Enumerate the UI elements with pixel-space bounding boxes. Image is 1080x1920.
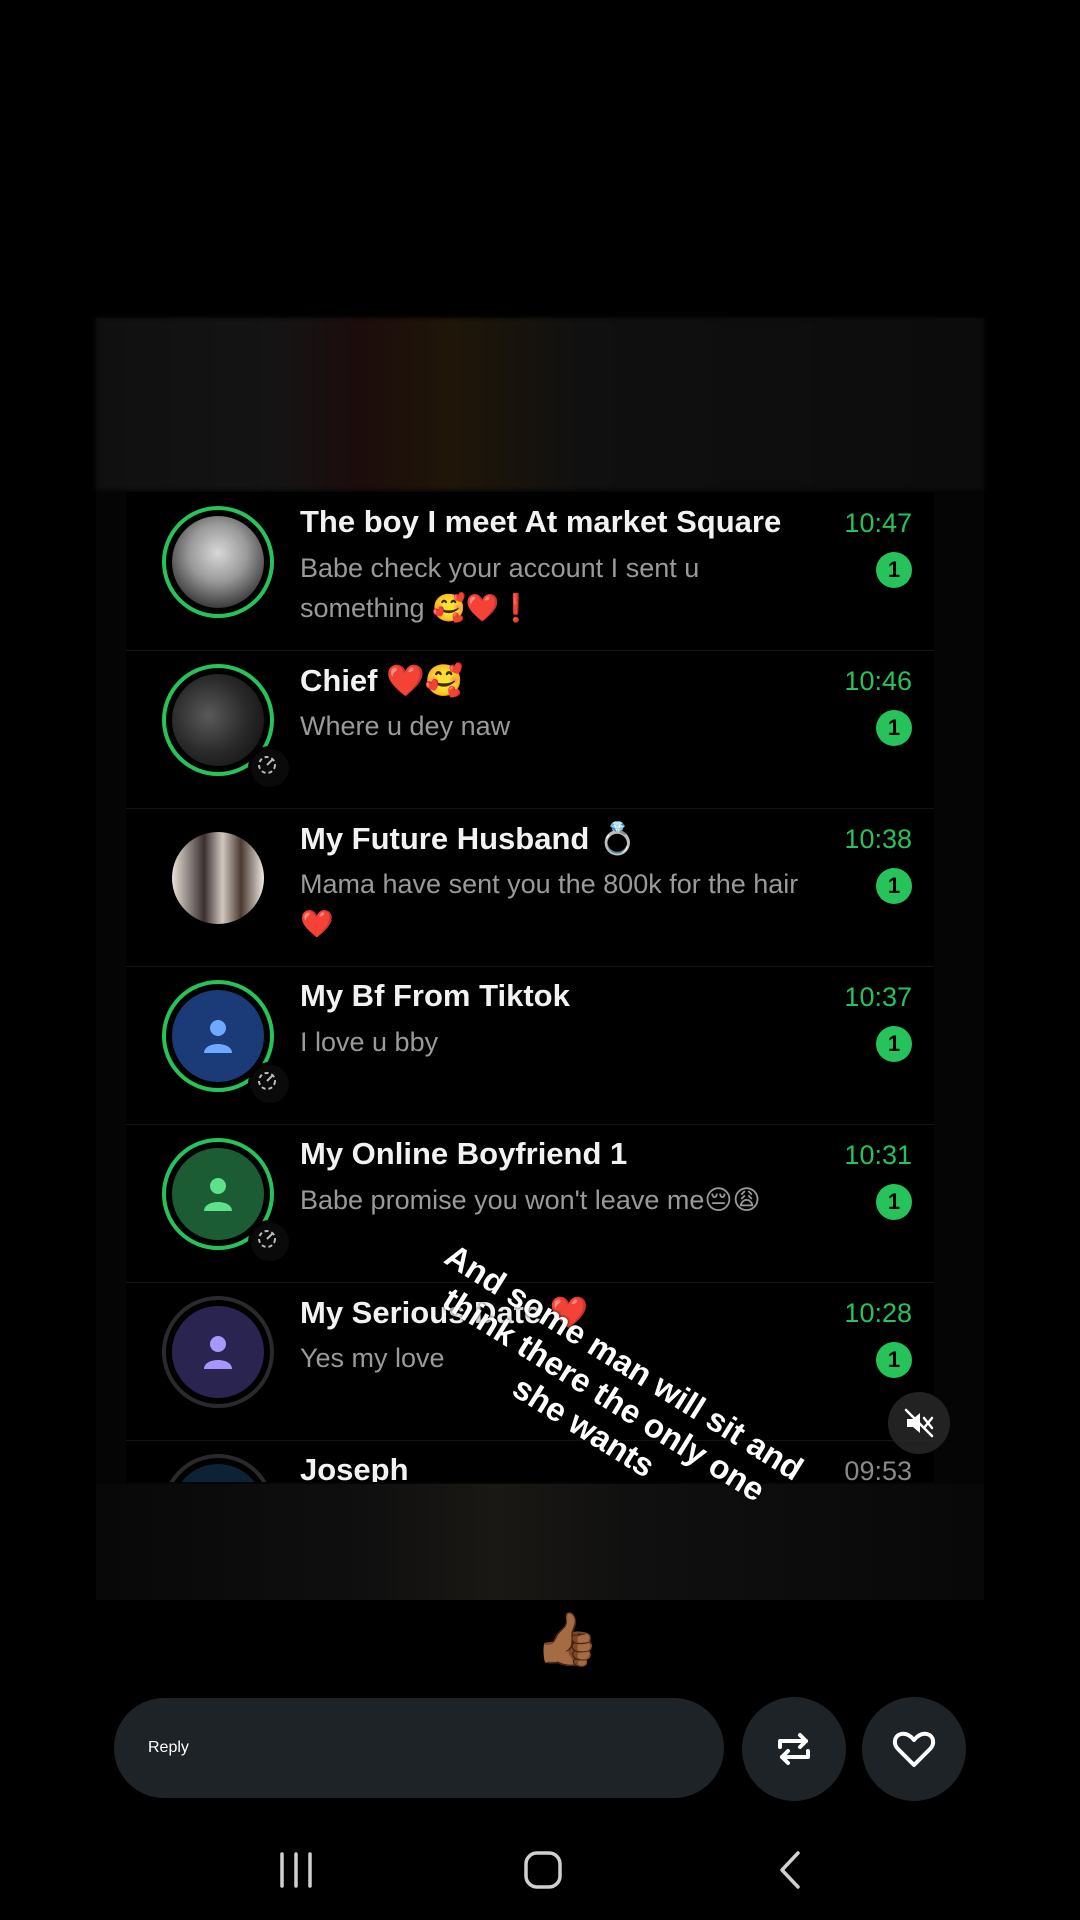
chat-row: The boy I meet At market Square Babe che…	[126, 492, 934, 651]
mute-button[interactable]	[888, 1392, 950, 1454]
chat-time: 09:53	[844, 1456, 912, 1482]
status-timer-icon	[248, 1220, 292, 1264]
avatar	[162, 822, 274, 934]
chat-message: I love u bby	[300, 1027, 439, 1057]
chat-message: Where u dey naw	[300, 711, 511, 741]
recents-button[interactable]	[266, 1842, 326, 1898]
person-icon	[204, 1020, 232, 1053]
chat-name: Chief ❤️🥰	[300, 663, 464, 698]
chat-name: My Future Husband 💍	[300, 821, 637, 856]
person-icon	[204, 1178, 232, 1211]
unread-badge: 1	[876, 1342, 912, 1378]
chat-row: Joseph 09:53	[126, 1440, 934, 1482]
chat-row: My Online Boyfriend 1 Babe promise you w…	[126, 1124, 934, 1283]
reaction-emojis: 😅👍🏾	[480, 1611, 600, 1669]
story-viewer: The boy I meet At market Square Babe che…	[0, 0, 1080, 1920]
chat-time: 10:46	[844, 666, 912, 696]
chat-name: Joseph	[300, 1452, 409, 1482]
chat-name: The boy I meet At market Square	[300, 504, 782, 539]
reply-input[interactable]	[114, 1698, 724, 1798]
chat-row: My Future Husband 💍 Mama have sent you t…	[126, 808, 934, 967]
unread-badge: 1	[876, 710, 912, 746]
chat-time: 10:47	[844, 508, 912, 538]
home-icon	[524, 1851, 562, 1889]
chat-row: My Bf From Tiktok I love u bby 10:37 1	[126, 966, 934, 1125]
status-timer-icon	[248, 746, 292, 790]
heart-icon	[892, 1731, 936, 1767]
chat-name: My Online Boyfriend 1	[300, 1136, 628, 1171]
chat-message: Babe check your account I sent u somethi…	[300, 553, 700, 623]
chat-row: Chief ❤️🥰 Where u dey naw 10:46 1	[126, 650, 934, 809]
muted-speaker-icon	[904, 1408, 934, 1438]
unread-badge: 1	[876, 1184, 912, 1220]
unread-badge: 1	[876, 552, 912, 588]
repost-button[interactable]	[742, 1697, 846, 1801]
back-button[interactable]	[762, 1842, 822, 1898]
avatar	[162, 506, 274, 618]
like-button[interactable]	[862, 1697, 966, 1801]
chat-time: 10:37	[844, 982, 912, 1012]
avatar	[162, 1454, 274, 1482]
chat-time: 10:28	[844, 1298, 912, 1328]
chat-name: My Bf From Tiktok	[300, 978, 570, 1013]
blurred-footer	[96, 1484, 984, 1600]
unread-badge: 1	[876, 868, 912, 904]
repost-icon	[778, 1733, 810, 1765]
unread-badge: 1	[876, 1026, 912, 1062]
chat-message: Babe promise you won't leave me😔😩	[300, 1185, 761, 1215]
person-icon	[204, 1336, 232, 1369]
chat-time: 10:38	[844, 824, 912, 854]
home-button[interactable]	[514, 1842, 574, 1898]
status-timer-icon	[248, 1062, 292, 1106]
recents-icon	[280, 1852, 312, 1888]
system-nav-bar	[0, 1820, 1080, 1920]
avatar	[162, 1296, 274, 1408]
back-icon	[780, 1851, 800, 1889]
blurred-header	[96, 318, 984, 490]
chat-message: Mama have sent you the 800k for the hair…	[300, 869, 799, 939]
chat-time: 10:31	[844, 1140, 912, 1170]
